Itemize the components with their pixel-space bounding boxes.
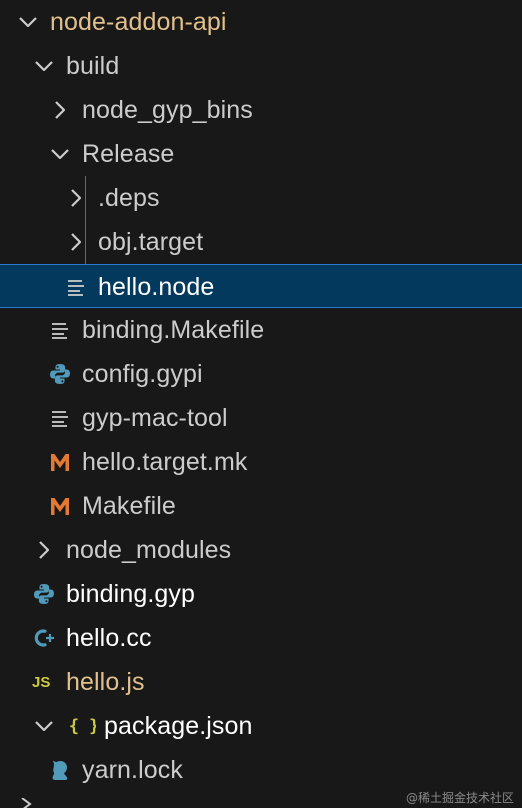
folder-row-obj-target[interactable]: obj.target — [0, 220, 522, 264]
tree-item-label: node_gyp_bins — [82, 96, 253, 124]
text-lines-icon — [62, 265, 90, 309]
tree-item-label: build — [66, 52, 120, 80]
tree-item-label: hello.js — [66, 668, 145, 696]
tree-item-label: hello.target.mk — [82, 448, 248, 476]
svg-text:JS: JS — [32, 674, 50, 691]
tree-item-label: node-addon-api — [50, 8, 227, 36]
text-lines-icon — [46, 396, 74, 440]
cpp-icon — [30, 616, 58, 660]
tree-item-label: Release — [82, 140, 175, 168]
tree-item-label: package.json — [104, 712, 253, 740]
explorer-file-tree: node-addon-api build node_gyp_bins Release.… — [0, 0, 522, 808]
yarn-cat-icon — [46, 748, 74, 792]
text-lines-icon — [46, 308, 74, 352]
makefile-m-icon — [46, 440, 74, 484]
file-row-binding-gyp[interactable]: binding.gyp — [0, 572, 522, 616]
tree-item-label: binding.gyp — [66, 580, 195, 608]
file-row-hello-node[interactable]: hello.node — [0, 264, 522, 308]
tree-item-label: config.gypi — [82, 360, 203, 388]
folder-row-release[interactable]: Release — [0, 132, 522, 176]
file-row-binding-makefile[interactable]: binding.Makefile — [0, 308, 522, 352]
chevron-right-icon[interactable] — [62, 176, 90, 220]
chevron-right-icon[interactable] — [30, 528, 58, 572]
file-row-makefile[interactable]: Makefile — [0, 484, 522, 528]
file-row-hello-cc[interactable]: hello.cc — [0, 616, 522, 660]
tree-item-label: yarn.lock — [82, 756, 183, 784]
folder-row-node-modules[interactable]: node_modules — [0, 528, 522, 572]
tree-item-label: gyp-mac-tool — [82, 404, 228, 432]
folder-row-node-addon-api[interactable]: node-addon-api — [0, 0, 522, 44]
file-row-hello-js[interactable]: JS hello.js — [0, 660, 522, 704]
tree-item-label: node_modules — [66, 536, 232, 564]
watermark: @稀土掘金技术社区 — [405, 791, 514, 805]
svg-text:{ }: { } — [69, 716, 96, 736]
tree-item-label: binding.Makefile — [82, 316, 265, 344]
makefile-m-icon — [46, 484, 74, 528]
python-icon — [46, 352, 74, 396]
tree-item-label: hello.node — [98, 273, 215, 301]
chevron-right-icon — [21, 798, 32, 808]
tree-item-label: obj.target — [98, 228, 204, 256]
json-braces-icon: { } — [68, 704, 96, 748]
tree-item-label: .deps — [98, 184, 160, 212]
chevron-right-icon[interactable] — [62, 220, 90, 264]
folder-row-deps[interactable]: .deps — [0, 176, 522, 220]
tree-item-label: hello.cc — [66, 624, 152, 652]
file-row-yarn-lock[interactable]: yarn.lock — [0, 748, 522, 792]
chevron-down-icon[interactable] — [30, 44, 58, 88]
file-row-config-gypi[interactable]: config.gypi — [0, 352, 522, 396]
tree-item-label: Makefile — [82, 492, 176, 520]
file-row-package-json[interactable]: { } package.json — [0, 704, 522, 748]
folder-row-build[interactable]: build — [0, 44, 522, 88]
chevron-down-icon[interactable] — [30, 704, 58, 748]
chevron-right-icon[interactable] — [46, 88, 74, 132]
file-row-hello-target-mk[interactable]: hello.target.mk — [0, 440, 522, 484]
file-row-gyp-mac-tool[interactable]: gyp-mac-tool — [0, 396, 522, 440]
python-icon — [30, 572, 58, 616]
js-icon: JS — [30, 660, 58, 704]
chevron-down-icon[interactable] — [46, 132, 74, 176]
chevron-down-icon[interactable] — [14, 0, 42, 44]
folder-row-node-gyp-bins[interactable]: node_gyp_bins — [0, 88, 522, 132]
